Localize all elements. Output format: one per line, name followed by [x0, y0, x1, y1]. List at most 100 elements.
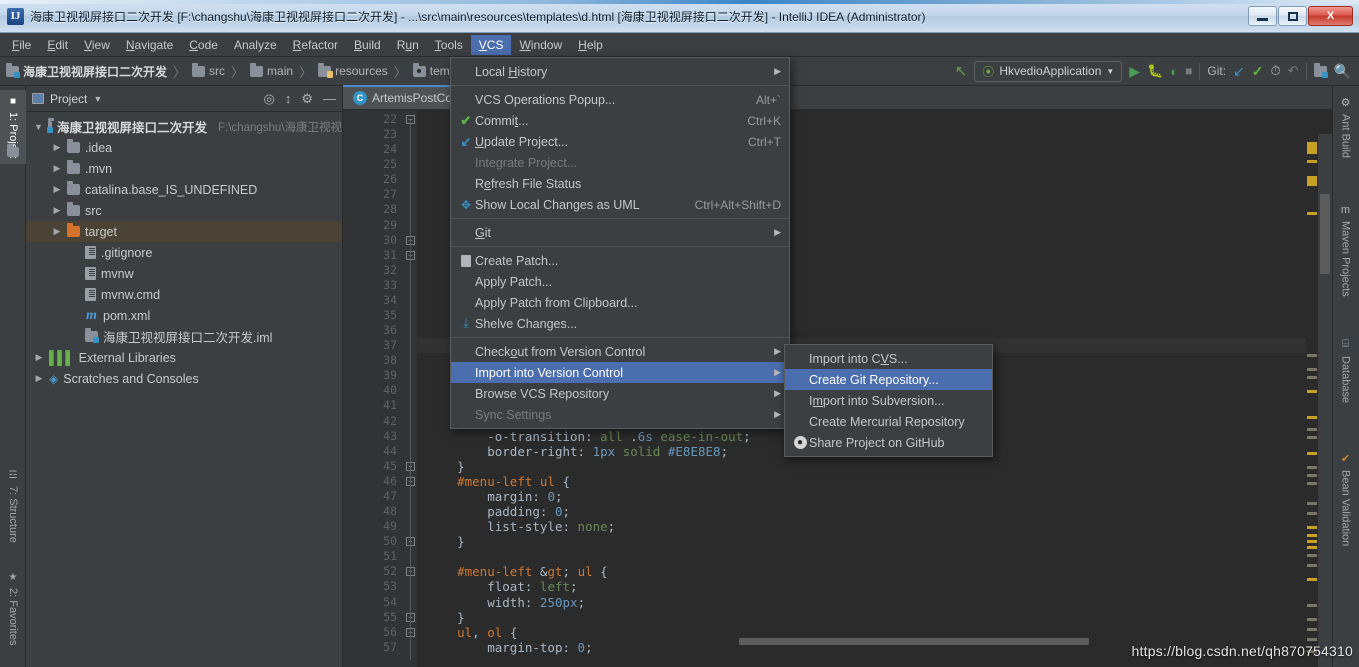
- project-tree-node[interactable]: target: [26, 221, 342, 242]
- project-tree-node[interactable]: m pom.xml: [26, 305, 342, 326]
- project-tree-node[interactable]: .gitignore: [26, 242, 342, 263]
- commit-icon[interactable]: ✓: [1252, 63, 1264, 80]
- menu-run[interactable]: Run: [389, 35, 427, 55]
- project-tree-node[interactable]: .idea: [26, 137, 342, 158]
- vcs-menu-item[interactable]: ✔ Commit... Ctrl+K: [451, 110, 789, 131]
- vcs-menu-item[interactable]: Refresh File Status: [451, 173, 789, 194]
- back-arrow-icon[interactable]: ↖: [955, 62, 968, 80]
- code-analysis-marker[interactable]: [1307, 466, 1317, 469]
- code-analysis-marker[interactable]: [1307, 526, 1317, 529]
- tool-window-button-mavenprojects[interactable]: m Maven Projects: [1332, 198, 1359, 303]
- tool-window-button-favorites[interactable]: ★ 2: Favorites: [0, 566, 26, 651]
- run-icon[interactable]: ▶: [1129, 63, 1140, 80]
- vcs-menu-item[interactable]: Import into Version Control ▶: [451, 362, 789, 383]
- chevron-down-icon[interactable]: [34, 122, 43, 132]
- project-tree-node[interactable]: 海康卫视视屏接口二次开发.iml: [26, 326, 342, 347]
- vcs-menu-item[interactable]: Local History ▶: [451, 61, 789, 82]
- code-analysis-marker[interactable]: [1307, 502, 1317, 505]
- vcs-menu-item[interactable]: Browse VCS Repository ▶: [451, 383, 789, 404]
- vcs-menu-item[interactable]: ✥ Show Local Changes as UML Ctrl+Alt+Shift…: [451, 194, 789, 215]
- menu-tools[interactable]: Tools: [427, 35, 471, 55]
- code-analysis-marker[interactable]: [1307, 512, 1317, 515]
- chevron-down-icon[interactable]: ▼: [93, 94, 102, 104]
- code-analysis-marker[interactable]: [1307, 474, 1317, 477]
- vcs-menu-item[interactable]: ⤓ Shelve Changes...: [451, 313, 789, 334]
- code-analysis-marker[interactable]: [1307, 628, 1317, 631]
- menu-build[interactable]: Build: [346, 35, 389, 55]
- project-tree-node[interactable]: catalina.base_IS_UNDEFINED: [26, 179, 342, 200]
- code-analysis-marker[interactable]: [1307, 540, 1317, 543]
- vcs-menu-item[interactable]: VCS Operations Popup... Alt+`: [451, 89, 789, 110]
- menu-help[interactable]: Help: [570, 35, 611, 55]
- menu-view[interactable]: View: [76, 35, 118, 55]
- code-analysis-marker[interactable]: [1307, 482, 1317, 485]
- history-icon[interactable]: ⏱: [1271, 63, 1281, 79]
- code-analysis-marker[interactable]: [1307, 638, 1317, 641]
- menu-code[interactable]: Code: [181, 35, 226, 55]
- hide-icon[interactable]: —: [323, 91, 336, 106]
- code-analysis-marker[interactable]: [1307, 436, 1317, 439]
- project-tree-node[interactable]: 海康卫视视屏接口二次开发 F:\changshu\海康卫视视: [26, 116, 342, 137]
- code-analysis-marker[interactable]: [1307, 564, 1317, 567]
- code-analysis-marker[interactable]: [1307, 428, 1317, 431]
- code-analysis-marker[interactable]: [1307, 368, 1317, 371]
- code-analysis-marker[interactable]: [1307, 354, 1317, 357]
- breadcrumb-item[interactable]: src: [192, 62, 225, 78]
- import-vcs-submenu-item[interactable]: ● Share Project on GitHub: [785, 432, 992, 453]
- chevron-right-icon[interactable]: [52, 205, 62, 216]
- vcs-menu-item[interactable]: Checkout from Version Control ▶: [451, 341, 789, 362]
- debug-icon[interactable]: 🐛: [1147, 63, 1163, 79]
- project-tree-node[interactable]: mvnw: [26, 263, 342, 284]
- code-analysis-marker[interactable]: [1307, 390, 1317, 393]
- tool-window-button-structure[interactable]: ☲ 7: Structure: [0, 464, 26, 549]
- menu-file[interactable]: File: [4, 35, 39, 55]
- code-analysis-marker[interactable]: [1307, 534, 1317, 537]
- run-configuration-selector[interactable]: ⦿ HkvedioApplication ▼: [974, 60, 1123, 82]
- editor-horizontal-scrollbar[interactable]: [739, 638, 1089, 645]
- update-project-icon[interactable]: ↙: [1233, 63, 1245, 80]
- editor-tab[interactable]: C ArtemisPostCo: [343, 85, 463, 109]
- code-analysis-marker[interactable]: [1307, 176, 1317, 186]
- vcs-menu-item[interactable]: Create Patch...: [451, 250, 789, 271]
- editor-vertical-scrollbar[interactable]: [1318, 134, 1332, 667]
- code-analysis-marker[interactable]: [1307, 376, 1317, 379]
- tool-window-button-beanvalidation[interactable]: ✔ Bean Validation: [1332, 446, 1359, 552]
- chevron-right-icon[interactable]: [52, 163, 62, 174]
- project-tree-node[interactable]: ▌▌▌External Libraries: [26, 347, 342, 368]
- menu-analyze[interactable]: Analyze: [226, 35, 285, 55]
- rollback-icon[interactable]: ↶: [1288, 63, 1299, 79]
- breadcrumb-item[interactable]: 海康卫视视屏接口二次开发: [6, 62, 167, 80]
- code-analysis-marker[interactable]: [1307, 212, 1317, 215]
- code-analysis-marker[interactable]: [1307, 452, 1317, 455]
- search-everywhere-icon[interactable]: 🔍: [1334, 63, 1351, 80]
- minimize-button[interactable]: [1248, 6, 1277, 26]
- project-tree-node[interactable]: ◈ Scratches and Consoles: [26, 368, 342, 389]
- project-structure-icon[interactable]: [1313, 63, 1328, 79]
- code-analysis-marker[interactable]: [1307, 554, 1317, 557]
- code-analysis-marker[interactable]: [1307, 604, 1317, 607]
- code-analysis-marker[interactable]: [1307, 578, 1317, 581]
- menu-window[interactable]: Window: [511, 35, 570, 55]
- editor-marker-bar[interactable]: [1306, 134, 1318, 667]
- code-analysis-marker[interactable]: [1307, 618, 1317, 621]
- run-with-coverage-icon[interactable]: ◐: [1170, 64, 1178, 79]
- scroll-from-source-icon[interactable]: ◎: [264, 91, 275, 107]
- vcs-menu-item[interactable]: Git ▶: [451, 222, 789, 243]
- vcs-menu-item[interactable]: Apply Patch...: [451, 271, 789, 292]
- project-tree-node[interactable]: mvnw.cmd: [26, 284, 342, 305]
- vcs-menu-item[interactable]: Apply Patch from Clipboard...: [451, 292, 789, 313]
- project-tree-node[interactable]: .mvn: [26, 158, 342, 179]
- scrollbar-thumb[interactable]: [1320, 194, 1330, 274]
- chevron-right-icon[interactable]: [52, 142, 62, 153]
- menu-edit[interactable]: Edit: [39, 35, 76, 55]
- menu-refactor[interactable]: Refactor: [285, 35, 346, 55]
- vcs-menu-item[interactable]: ↙ Update Project... Ctrl+T: [451, 131, 789, 152]
- import-vcs-submenu-item[interactable]: Import into Subversion...: [785, 390, 992, 411]
- chevron-right-icon[interactable]: [52, 184, 62, 195]
- menu-vcs[interactable]: VCS: [470, 34, 512, 55]
- gear-icon[interactable]: ⚙: [301, 91, 313, 107]
- code-analysis-marker[interactable]: [1307, 160, 1317, 163]
- code-analysis-marker[interactable]: [1307, 416, 1317, 419]
- chevron-right-icon[interactable]: [52, 226, 62, 237]
- breadcrumb-item[interactable]: main: [250, 62, 293, 78]
